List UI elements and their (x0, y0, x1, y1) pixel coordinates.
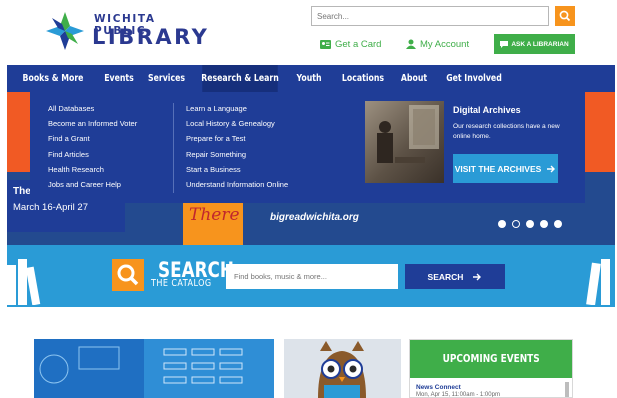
upcoming-events-header[interactable]: UPCOMING EVENTS (410, 340, 572, 378)
menu-item-find-grant[interactable]: Find a Grant (48, 133, 137, 145)
chat-icon (500, 40, 509, 48)
star-logo-icon (46, 12, 84, 50)
nav-events[interactable]: Events (103, 65, 136, 92)
nav-youth[interactable]: Youth (290, 65, 328, 92)
menu-item-all-databases[interactable]: All Databases (48, 103, 137, 115)
my-account-label: My Account (420, 38, 470, 50)
get-card-label: Get a Card (335, 38, 382, 50)
menu-item-understand-info[interactable]: Understand Information Online (186, 179, 288, 191)
digital-archives-text: Our research collections have a new onli… (453, 123, 560, 140)
search-icon (559, 10, 571, 22)
menu-item-repair-something[interactable]: Repair Something (186, 149, 288, 161)
menu-item-local-history[interactable]: Local History & Genealogy (186, 118, 288, 130)
library-logo[interactable]: WICHITA PUBLIC LIBRARY (44, 10, 207, 52)
dropdown-column-1: All Databases Become an Informed Voter F… (48, 103, 137, 191)
nav-get-involved[interactable]: Get Involved (441, 65, 507, 92)
arrow-right-icon (547, 165, 556, 172)
catalog-subtitle: THE CATALOG (151, 278, 212, 289)
carousel-dot-5[interactable] (554, 220, 562, 228)
page: WICHITA PUBLIC LIBRARY Get a Card My Acc… (0, 0, 617, 398)
catalog-search-button[interactable]: SEARCH (405, 264, 505, 289)
book-cover-image: There (183, 202, 243, 245)
catalog-search-band: SEARCH THE CATALOG SEARCH (7, 245, 615, 307)
nav-locations[interactable]: Locations (338, 65, 389, 92)
book-cover-title: There (189, 205, 240, 225)
catalog-search-icon (112, 259, 144, 291)
get-card-link[interactable]: Get a Card (320, 36, 381, 52)
promo-tile-blueprint[interactable] (34, 339, 274, 398)
research-learn-dropdown: All Databases Become an Informed Voter F… (30, 92, 585, 203)
ask-librarian-button[interactable]: ASK A LIBRARIAN (494, 34, 575, 54)
event-time: Mon, Apr 15, 11:00am - 1:00pm (416, 392, 500, 398)
digital-archives-title: Digital Archives (453, 105, 521, 115)
blueprint-illustration (34, 339, 243, 398)
menu-item-informed-voter[interactable]: Become an Informed Voter (48, 118, 137, 130)
site-search-button[interactable] (555, 6, 575, 26)
promo-tile-owl[interactable] (284, 339, 401, 398)
hero-url[interactable]: bigreadwichita.org (270, 212, 359, 223)
carousel-dot-2[interactable] (512, 220, 520, 228)
main-nav: Books & More Events Services Research & … (7, 65, 615, 92)
menu-item-learn-language[interactable]: Learn a Language (186, 103, 288, 115)
menu-item-find-articles[interactable]: Find Articles (48, 149, 137, 161)
logo-text-main: LIBRARY (92, 25, 210, 49)
menu-item-prepare-test[interactable]: Prepare for a Test (186, 133, 288, 145)
menu-item-health-research[interactable]: Health Research (48, 164, 137, 176)
visit-archives-label: VISIT THE ARCHIVES (454, 163, 542, 174)
ask-librarian-label: ASK A LIBRARIAN (511, 40, 569, 48)
catalog-search-input[interactable] (226, 264, 398, 289)
archive-photo-illustration (377, 105, 439, 163)
arrow-right-icon (473, 273, 482, 280)
upcoming-events-title: UPCOMING EVENTS (442, 353, 540, 365)
visit-archives-button[interactable]: VISIT THE ARCHIVES (453, 154, 558, 183)
books-right-icon (586, 259, 610, 305)
carousel-dots (498, 220, 562, 228)
owl-mascot-icon (318, 341, 366, 398)
nav-books-more[interactable]: Books & More (15, 65, 90, 92)
user-icon (406, 39, 416, 49)
carousel-dot-4[interactable] (540, 220, 548, 228)
dropdown-divider (173, 103, 174, 193)
carousel-dot-3[interactable] (526, 220, 534, 228)
card-icon (320, 39, 331, 49)
nav-research-learn[interactable]: Research & Learn (201, 65, 279, 92)
hero-dates: March 16-April 27 (13, 202, 88, 213)
dropdown-column-2: Learn a Language Local History & Genealo… (186, 103, 288, 191)
books-left-icon (7, 259, 41, 305)
menu-item-jobs-career[interactable]: Jobs and Career Help (48, 179, 137, 191)
hero-title: The (13, 186, 31, 197)
my-account-link[interactable]: My Account (406, 36, 469, 52)
menu-item-start-business[interactable]: Start a Business (186, 164, 288, 176)
nav-about[interactable]: About (398, 65, 431, 92)
site-search-input[interactable] (311, 6, 549, 26)
event-title[interactable]: News Connect (416, 384, 461, 391)
archive-photo (365, 101, 444, 183)
nav-services[interactable]: Services (144, 65, 189, 92)
events-scrollbar[interactable] (565, 382, 569, 397)
catalog-search-label: SEARCH (427, 271, 464, 282)
upcoming-events-panel: UPCOMING EVENTS News Connect Mon, Apr 15… (409, 339, 573, 398)
carousel-dot-1[interactable] (498, 220, 506, 228)
